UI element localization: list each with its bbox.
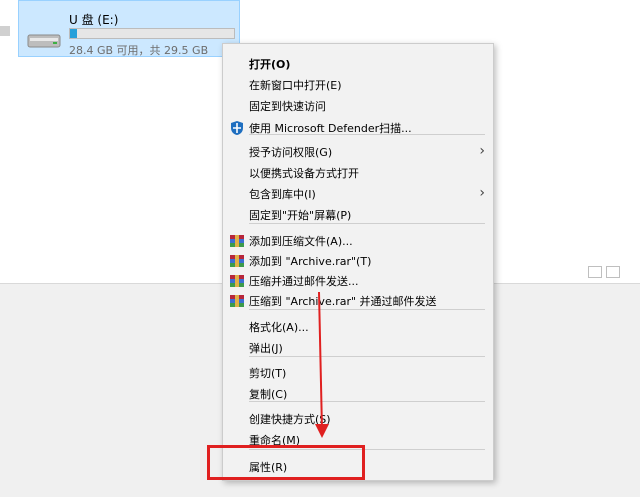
menu-item-label: 使用 Microsoft Defender扫描... [249,122,412,135]
menu-item-label: 授予访问权限(G) [249,146,333,159]
context-menu: 打开(O) 在新窗口中打开(E) 固定到快速访问使用 Microsoft Defen… [222,43,494,481]
nav-pane-edge [0,26,10,36]
menu-item-eject[interactable]: 弹出(J) [223,337,493,359]
menu-item-compress-rar-email[interactable]: 压缩到 "Archive.rar" 并通过邮件发送 [223,290,493,312]
menu-item-label: 格式化(A)... [249,321,309,334]
submenu-chevron-icon: › [479,143,485,159]
menu-item-pin-quick-access[interactable]: 固定到快速访问 [223,95,493,117]
drive-tile-selected[interactable]: U 盘 (E:) 28.4 GB 可用，共 29.5 GB [18,0,240,57]
drive-usage-bar [69,28,235,39]
menu-item-label: 添加到 "Archive.rar"(T) [249,255,372,268]
view-toggle [588,266,620,278]
drive-space-text: 28.4 GB 可用，共 29.5 GB [69,44,209,57]
large-icons-view-icon[interactable] [606,266,620,278]
menu-item-label: 固定到"开始"屏幕(P) [249,209,352,222]
menu-item-label: 创建快捷方式(S) [249,413,331,426]
menu-item-label: 在新窗口中打开(E) [249,79,342,92]
menu-item-label: 剪切(T) [249,367,287,380]
menu-item-rename[interactable]: 重命名(M) [223,429,493,451]
menu-item-label: 添加到压缩文件(A)... [249,235,353,248]
menu-item-label: 压缩并通过邮件发送... [249,275,359,288]
usb-drive-icon [27,34,61,48]
menu-item-label: 复制(C) [249,388,288,401]
menu-item-open-portable[interactable]: 以便携式设备方式打开 [223,162,493,184]
menu-item-properties[interactable]: 属性(R) [223,456,493,478]
menu-item-label: 压缩到 "Archive.rar" 并通过邮件发送 [249,295,437,308]
menu-item-label: 包含到库中(I) [249,188,316,201]
drive-usage-fill [70,29,77,38]
drive-name: U 盘 (E:) [69,13,119,27]
menu-item-open-new-window[interactable]: 在新窗口中打开(E) [223,74,493,96]
winrar-icon [230,235,244,247]
menu-item-include-library[interactable]: 包含到库中(I) › [223,183,493,205]
menu-item-add-to-archive[interactable]: 添加到压缩文件(A)... [223,230,493,252]
menu-item-label: 属性(R) [249,461,288,474]
menu-item-label: 以便携式设备方式打开 [249,167,359,180]
details-view-icon[interactable] [588,266,602,278]
submenu-chevron-icon: › [479,185,485,201]
winrar-icon [230,275,244,287]
menu-item-label: 重命名(M) [249,434,301,447]
menu-item-defender-scan[interactable]: 使用 Microsoft Defender扫描... [223,117,493,139]
winrar-icon [230,255,244,267]
menu-item-copy[interactable]: 复制(C) [223,383,493,405]
menu-item-grant-access[interactable]: 授予访问权限(G) › [223,141,493,163]
winrar-icon [230,295,244,307]
defender-shield-icon [231,121,243,135]
menu-item-pin-start[interactable]: 固定到"开始"屏幕(P) [223,204,493,226]
menu-item-label: 弹出(J) [249,342,283,355]
menu-item-cut[interactable]: 剪切(T) [223,362,493,384]
menu-item-create-shortcut[interactable]: 创建快捷方式(S) [223,408,493,430]
menu-item-add-to-archive-rar[interactable]: 添加到 "Archive.rar"(T) [223,250,493,272]
menu-item-label: 打开(O) [249,58,291,71]
menu-item-format[interactable]: 格式化(A)... [223,316,493,338]
menu-item-open[interactable]: 打开(O) [223,53,493,75]
menu-item-compress-email[interactable]: 压缩并通过邮件发送... [223,270,493,292]
menu-item-label: 固定到快速访问 [249,100,326,113]
